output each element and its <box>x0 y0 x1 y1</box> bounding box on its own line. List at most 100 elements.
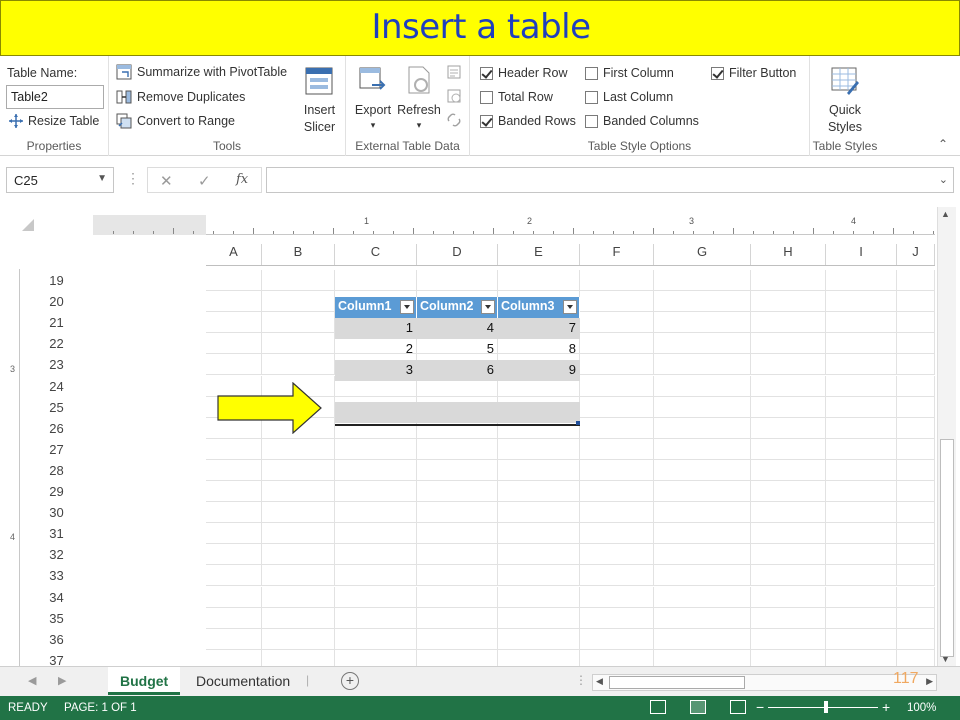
refresh-button[interactable]: Refresh ▾ <box>396 62 442 132</box>
cell[interactable] <box>897 270 935 292</box>
table-cell[interactable]: 7 <box>498 318 580 339</box>
row-header[interactable]: 21 <box>40 315 73 330</box>
cell[interactable] <box>498 270 580 292</box>
cell[interactable] <box>826 312 897 334</box>
cell[interactable] <box>206 607 262 629</box>
table-header-cell[interactable]: Column3 <box>498 297 580 318</box>
cell[interactable] <box>897 396 935 418</box>
cell[interactable] <box>751 375 826 397</box>
cell[interactable] <box>262 523 335 545</box>
cell[interactable] <box>206 291 262 313</box>
zoom-slider[interactable] <box>768 707 878 708</box>
row-header[interactable]: 20 <box>40 294 73 309</box>
cell[interactable] <box>897 312 935 334</box>
cell[interactable] <box>262 649 335 666</box>
cell[interactable] <box>262 354 335 376</box>
column-header[interactable]: C <box>335 244 417 265</box>
cell[interactable] <box>417 628 498 650</box>
cell[interactable] <box>206 628 262 650</box>
cell[interactable] <box>826 459 897 481</box>
scroll-up-icon[interactable]: ▲ <box>941 209 950 219</box>
cell[interactable] <box>262 270 335 292</box>
cell[interactable] <box>498 438 580 460</box>
table-header-cell[interactable]: Column1 <box>335 297 417 318</box>
cell[interactable] <box>417 565 498 587</box>
column-header[interactable]: H <box>751 244 826 265</box>
table-cell[interactable]: 9 <box>498 360 580 382</box>
prev-sheet-icon[interactable]: ◀ <box>28 674 36 687</box>
row-header[interactable]: 22 <box>40 336 73 351</box>
cell[interactable] <box>751 291 826 313</box>
cell[interactable] <box>498 565 580 587</box>
cell[interactable] <box>498 523 580 545</box>
sheet-tab-budget[interactable]: Budget <box>108 667 181 695</box>
cell[interactable] <box>654 270 751 292</box>
cell[interactable] <box>206 459 262 481</box>
remove-duplicates-button[interactable]: Remove Duplicates <box>116 89 256 107</box>
cell[interactable] <box>335 586 417 608</box>
cell[interactable] <box>897 607 935 629</box>
cell[interactable] <box>498 586 580 608</box>
row-header[interactable]: 24 <box>40 379 73 394</box>
row-header[interactable]: 26 <box>40 421 73 436</box>
cell[interactable] <box>206 270 262 292</box>
cell[interactable] <box>897 291 935 313</box>
first-column-checkbox[interactable]: First Column <box>585 66 700 82</box>
cell[interactable] <box>206 565 262 587</box>
cell[interactable] <box>206 544 262 566</box>
cell[interactable] <box>751 438 826 460</box>
table-cell[interactable]: 2 <box>335 339 417 360</box>
cell[interactable] <box>498 544 580 566</box>
cell[interactable] <box>262 291 335 313</box>
row-header[interactable]: 28 <box>40 463 73 478</box>
name-box-dropdown-icon[interactable]: ▼ <box>97 173 107 184</box>
cell[interactable] <box>206 333 262 355</box>
cell[interactable] <box>498 607 580 629</box>
cell[interactable] <box>417 544 498 566</box>
scroll-left-icon[interactable]: ◀ <box>596 676 603 687</box>
table-cell[interactable]: 4 <box>417 318 498 339</box>
cell[interactable] <box>580 417 654 439</box>
banded-rows-checkbox[interactable]: Banded Rows <box>480 114 580 130</box>
column-header[interactable]: F <box>580 244 654 265</box>
cell[interactable] <box>335 628 417 650</box>
cell[interactable] <box>262 481 335 503</box>
cell[interactable] <box>654 628 751 650</box>
cell[interactable] <box>654 375 751 397</box>
row-header[interactable]: 36 <box>40 632 73 647</box>
cell[interactable] <box>335 544 417 566</box>
table-resize-handle[interactable] <box>576 420 580 425</box>
cell[interactable] <box>654 523 751 545</box>
cell[interactable] <box>262 544 335 566</box>
cell[interactable] <box>580 312 654 334</box>
next-sheet-icon[interactable]: ▶ <box>58 674 66 687</box>
cell[interactable] <box>417 649 498 666</box>
cell[interactable] <box>826 523 897 545</box>
cell[interactable] <box>654 544 751 566</box>
horizontal-scrollbar[interactable]: ◀ ▶ <box>592 674 937 691</box>
collapse-ribbon-icon[interactable]: ⌃ <box>938 137 948 151</box>
cell[interactable] <box>580 523 654 545</box>
cell[interactable] <box>580 333 654 355</box>
cell[interactable] <box>897 459 935 481</box>
cell[interactable] <box>897 523 935 545</box>
cell[interactable] <box>417 270 498 292</box>
summarize-pivot-button[interactable]: Summarize with PivotTable <box>116 64 294 82</box>
filter-button-checkbox[interactable]: Filter Button <box>711 66 806 82</box>
cell[interactable] <box>751 333 826 355</box>
cell[interactable] <box>262 628 335 650</box>
cell[interactable] <box>654 312 751 334</box>
row-header[interactable]: 25 <box>40 400 73 415</box>
cell[interactable] <box>580 375 654 397</box>
page-break-view-icon[interactable] <box>730 700 746 714</box>
cell[interactable] <box>826 354 897 376</box>
column-header[interactable]: D <box>417 244 498 265</box>
cell[interactable] <box>826 628 897 650</box>
new-sheet-icon[interactable]: + <box>341 672 359 690</box>
insert-function-icon[interactable]: fx <box>236 172 248 187</box>
cell[interactable] <box>751 396 826 418</box>
cell[interactable] <box>335 438 417 460</box>
tab-split-grip-icon[interactable]: ⋮ <box>575 673 587 687</box>
cell[interactable] <box>826 333 897 355</box>
cell[interactable] <box>417 502 498 524</box>
